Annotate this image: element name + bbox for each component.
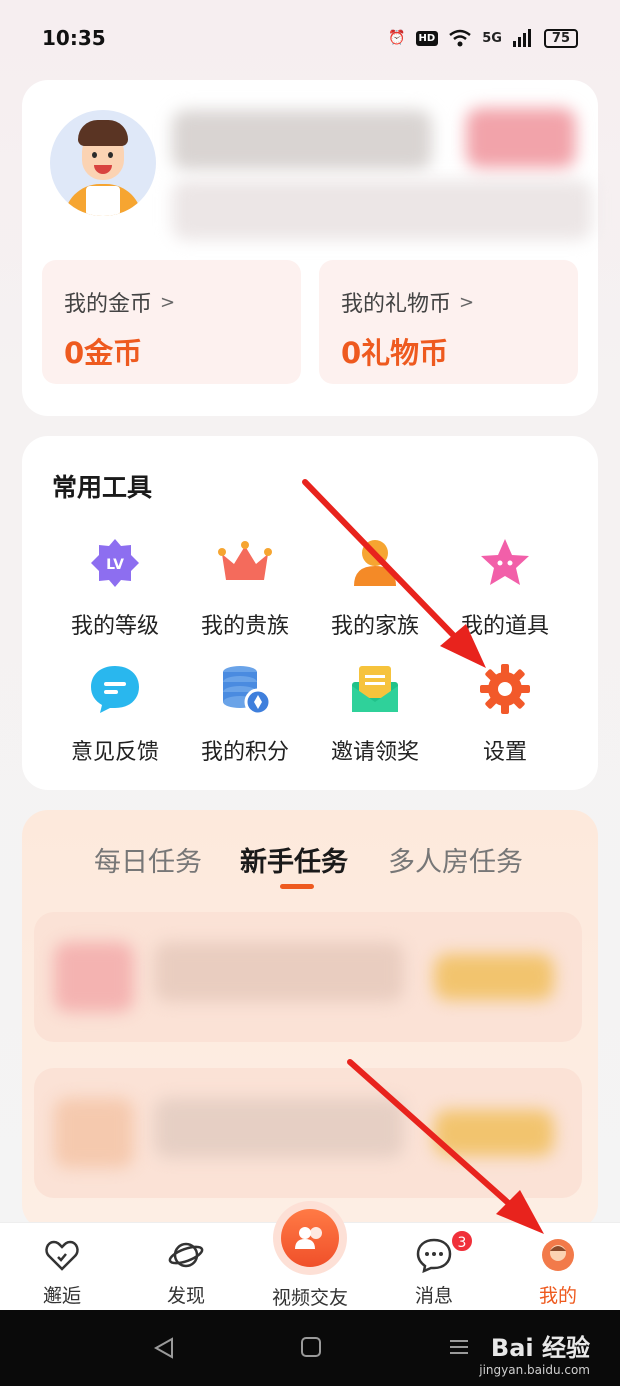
home-icon[interactable] [300, 1336, 322, 1358]
status-bar: 10:35 ⏰ HD 5G 75 [0, 0, 620, 76]
blurred-task-icon [54, 942, 134, 1012]
network-label: 5G [482, 30, 502, 46]
bottom-nav: 邂逅 发现 视频交友 3 消息 我的 [0, 1201, 620, 1311]
blurred-task-button[interactable] [434, 954, 554, 1000]
blurred-action-button[interactable] [466, 108, 576, 168]
tool-feedback[interactable]: 意见反馈 [50, 662, 180, 772]
video-friends-icon [281, 1209, 339, 1267]
active-tab-indicator [280, 884, 314, 889]
tool-label: 我的等级 [70, 614, 159, 639]
tool-label: 我的家族 [330, 614, 419, 639]
avatar-eye [92, 152, 97, 158]
heart-icon [45, 1240, 79, 1271]
watermark: Bai 经验 jingyan.baidu.com [479, 1328, 590, 1377]
tool-my-nobility[interactable]: 我的贵族 [180, 536, 310, 646]
nav-label: 视频交友 [271, 1287, 348, 1309]
task-row[interactable] [34, 912, 582, 1042]
tool-label: 我的积分 [200, 740, 289, 765]
wallet-coins-title: 我的金币 > [64, 286, 175, 318]
tab-multi-room-tasks[interactable]: 多人房任务 [388, 840, 523, 879]
chevron-right-icon: > [459, 291, 475, 313]
gear-icon [480, 664, 530, 714]
blurred-task-text [154, 942, 404, 1002]
watermark-main: Bai 经验 [490, 1334, 590, 1362]
star-icon [481, 539, 529, 585]
wallet-coins-value: 0金币 [64, 336, 143, 370]
nav-label: 消息 [414, 1285, 453, 1307]
nav-discover[interactable]: 发现 [124, 1223, 248, 1311]
avatar-hair [78, 120, 128, 146]
wallet-gift-label: 我的礼物币 [341, 292, 452, 317]
back-icon[interactable] [152, 1336, 176, 1360]
tab-daily-tasks[interactable]: 每日任务 [94, 840, 202, 879]
wifi-icon [449, 29, 471, 47]
tools-title: 常用工具 [52, 473, 153, 502]
blurred-task-icon [54, 1098, 134, 1168]
tool-my-points[interactable]: 我的积分 [180, 662, 310, 772]
blurred-task-button[interactable] [434, 1110, 554, 1156]
nav-messages[interactable]: 3 消息 [372, 1223, 496, 1311]
tasks-card: 每日任务 新手任务 多人房任务 [22, 810, 598, 1230]
chevron-right-icon: > [160, 291, 176, 313]
tool-my-family[interactable]: 我的家族 [310, 536, 440, 646]
points-icon [223, 666, 272, 716]
watermark-sub: jingyan.baidu.com [479, 1363, 590, 1377]
nav-encounter[interactable]: 邂逅 [0, 1223, 124, 1311]
family-icon [354, 540, 396, 586]
planet-icon [168, 1242, 204, 1268]
crown-icon [218, 541, 272, 580]
tool-settings[interactable]: 设置 [440, 662, 570, 772]
nav-label: 邂逅 [42, 1285, 81, 1307]
tool-label: 邀请领奖 [330, 740, 419, 765]
nav-mine[interactable]: 我的 [496, 1223, 620, 1311]
alarm-icon: ⏰ [388, 30, 406, 46]
svg-text:LV: LV [106, 557, 124, 573]
tab-newbie-tasks[interactable]: 新手任务 [240, 840, 348, 879]
status-time: 10:35 [42, 26, 106, 50]
profile-card: 我的金币 > 0金币 我的礼物币 > 0礼物币 [22, 80, 598, 416]
wallet-gift-title: 我的礼物币 > [341, 286, 474, 318]
profile-icon [542, 1239, 574, 1271]
wallet-coins[interactable]: 我的金币 > 0金币 [42, 260, 301, 384]
invite-icon [352, 666, 398, 712]
nav-label: 发现 [166, 1285, 205, 1307]
wallet-gift-value: 0礼物币 [341, 336, 449, 370]
task-row[interactable] [34, 1068, 582, 1198]
nav-label: 我的 [538, 1285, 577, 1307]
tools-card: 常用工具 LV 我的等级 我的贵族 我的家族 我的道具 意见反馈 我的积分 邀请… [22, 436, 598, 790]
tool-my-props[interactable]: 我的道具 [440, 536, 570, 646]
tool-my-level[interactable]: LV 我的等级 [50, 536, 180, 646]
avatar-shirt [86, 186, 120, 216]
menu-icon[interactable] [448, 1336, 470, 1358]
blurred-user-info [172, 180, 592, 240]
level-icon: LV [91, 539, 139, 587]
avatar[interactable] [50, 110, 156, 216]
hd-badge: HD [415, 30, 439, 46]
status-icons: ⏰ HD 5G 75 [388, 28, 578, 48]
signal-icon [512, 29, 531, 47]
message-icon [416, 1238, 452, 1273]
system-navigation-bar: Bai 经验 jingyan.baidu.com [0, 1310, 620, 1386]
wallet-gift-coins[interactable]: 我的礼物币 > 0礼物币 [319, 260, 578, 384]
tool-label: 我的道具 [460, 614, 549, 639]
avatar-eye [108, 152, 113, 158]
tool-label: 意见反馈 [70, 740, 159, 765]
tool-label: 设置 [482, 740, 527, 765]
unread-badge: 3 [450, 1229, 474, 1253]
wallet-coins-label: 我的金币 [64, 292, 153, 317]
blurred-username [172, 110, 432, 170]
video-friends-button[interactable] [273, 1201, 347, 1275]
feedback-icon [91, 666, 139, 713]
battery-indicator: 75 [543, 28, 578, 48]
tool-invite-reward[interactable]: 邀请领奖 [310, 662, 440, 772]
tool-label: 我的贵族 [200, 614, 289, 639]
blurred-task-text [154, 1098, 404, 1158]
